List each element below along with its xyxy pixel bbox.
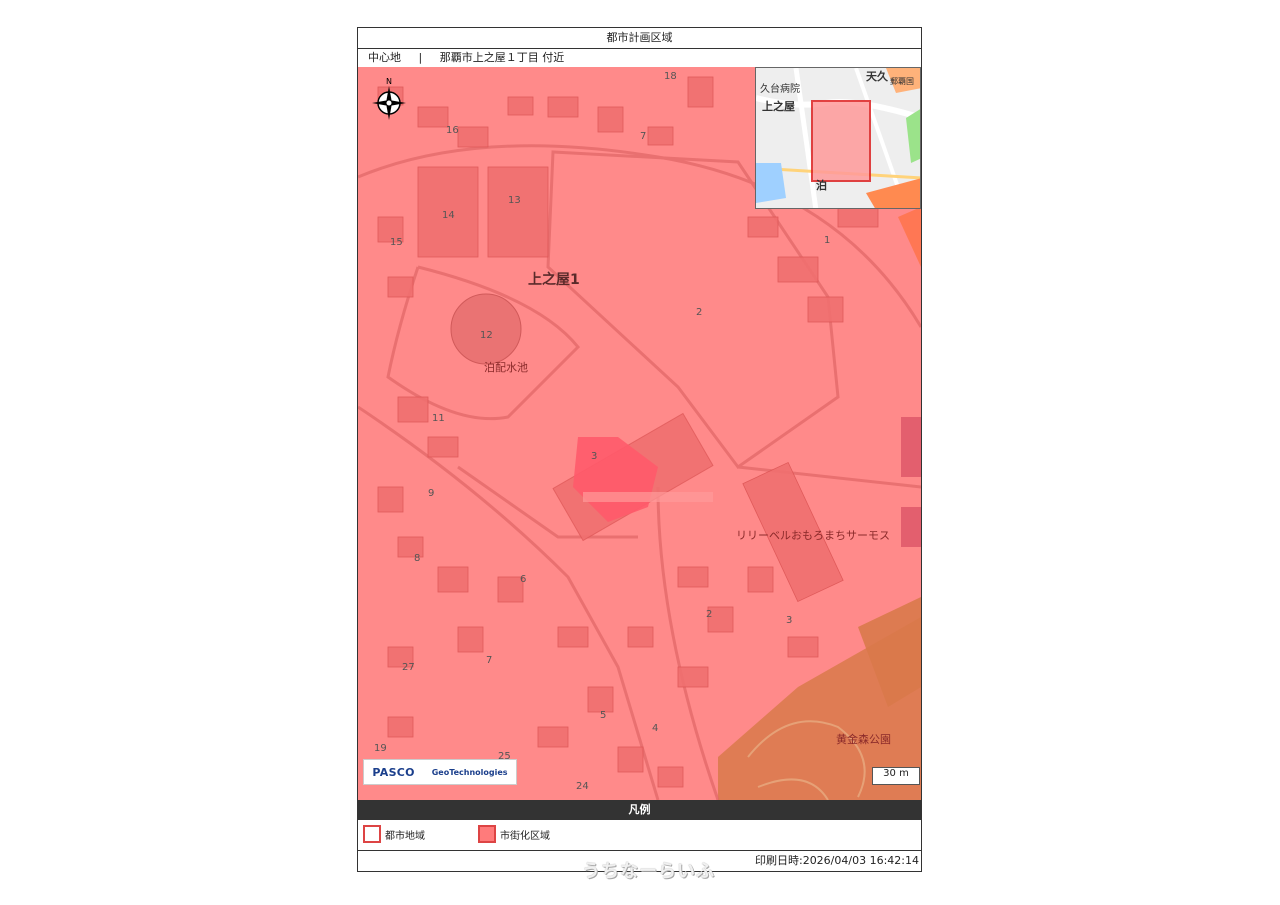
inset-label: 上之屋	[762, 100, 795, 113]
legend-swatch-city-area	[363, 825, 381, 843]
scale-bar: 30 m	[872, 767, 920, 785]
block-number: 1	[824, 235, 831, 246]
block-number: 7	[640, 131, 647, 142]
block-number: 5	[600, 710, 607, 721]
center-label: 中心地	[368, 51, 401, 64]
block-number: 18	[664, 71, 677, 82]
inset-label: 久台病院	[760, 84, 800, 95]
poi-condominium[interactable]: リリーベルおもろまちサーモス	[736, 527, 890, 543]
poi-reservoir[interactable]: 泊配水池	[484, 359, 528, 375]
sheet-title: 都市計画区域	[358, 28, 921, 49]
legend-item-urbanization-area: 市街化区域	[478, 825, 550, 843]
block-number: 19	[374, 743, 387, 754]
legend: 都市地域 市街化区域	[358, 820, 921, 851]
legend-swatch-urbanization-area	[478, 825, 496, 843]
legend-item-city-area: 都市地域	[363, 825, 425, 843]
compass-north-letter: N	[386, 77, 392, 86]
block-number: 6	[520, 574, 527, 585]
poi-park[interactable]: 黄金森公園	[836, 731, 891, 747]
print-sheet: 都市計画区域 中心地 | 那覇市上之屋１丁目 付近 上之屋1 泊配水池 リリーベ…	[357, 27, 922, 872]
inset-label: 泊	[816, 179, 827, 192]
legend-title: 凡例	[358, 800, 921, 820]
reservoir	[450, 293, 522, 365]
block-number: 13	[508, 195, 521, 206]
pasco-logo: PASCO	[372, 765, 415, 779]
legend-label: 都市地域	[385, 830, 425, 842]
center-address: 那覇市上之屋１丁目 付近	[439, 51, 565, 64]
inset-label: 郵覇国	[890, 77, 914, 86]
block-number: 8	[414, 553, 421, 564]
orange-strip-east	[898, 207, 921, 267]
block-number: 4	[652, 723, 659, 734]
district-label: 上之屋1	[528, 272, 580, 288]
block-number: 16	[446, 125, 459, 136]
block-number: 12	[480, 330, 493, 341]
block-number: 24	[576, 781, 589, 792]
compass-rose-icon: N	[372, 75, 406, 121]
block-number: 7	[486, 655, 493, 666]
block-number: 11	[432, 413, 445, 424]
block-number: 2	[706, 609, 713, 620]
watermark: うちなーらいふ	[582, 861, 715, 882]
center-separator: |	[418, 51, 423, 64]
block-number: 3	[591, 451, 598, 462]
block-number: 3	[786, 615, 793, 626]
block-number: 27	[402, 662, 415, 673]
block-number: 9	[428, 488, 435, 499]
geotechnologies-logo: GeoTechnologies	[431, 767, 508, 777]
block-number: 15	[390, 237, 403, 248]
block-number: 14	[442, 210, 455, 221]
inset-label: 天久	[866, 70, 888, 83]
legend-label: 市街化区域	[500, 830, 550, 842]
attribution-logos: PASCO GeoTechnologies	[363, 759, 517, 785]
map-canvas[interactable]: 上之屋1 泊配水池 リリーベルおもろまちサーモス 黄金森公園 18 16 7 1…	[358, 67, 921, 800]
overview-inset-map[interactable]: 久台病院 上之屋 泊 天久 郵覇国	[755, 67, 921, 209]
block-number: 2	[696, 307, 703, 318]
center-location-row: 中心地 | 那覇市上之屋１丁目 付近	[358, 49, 921, 68]
